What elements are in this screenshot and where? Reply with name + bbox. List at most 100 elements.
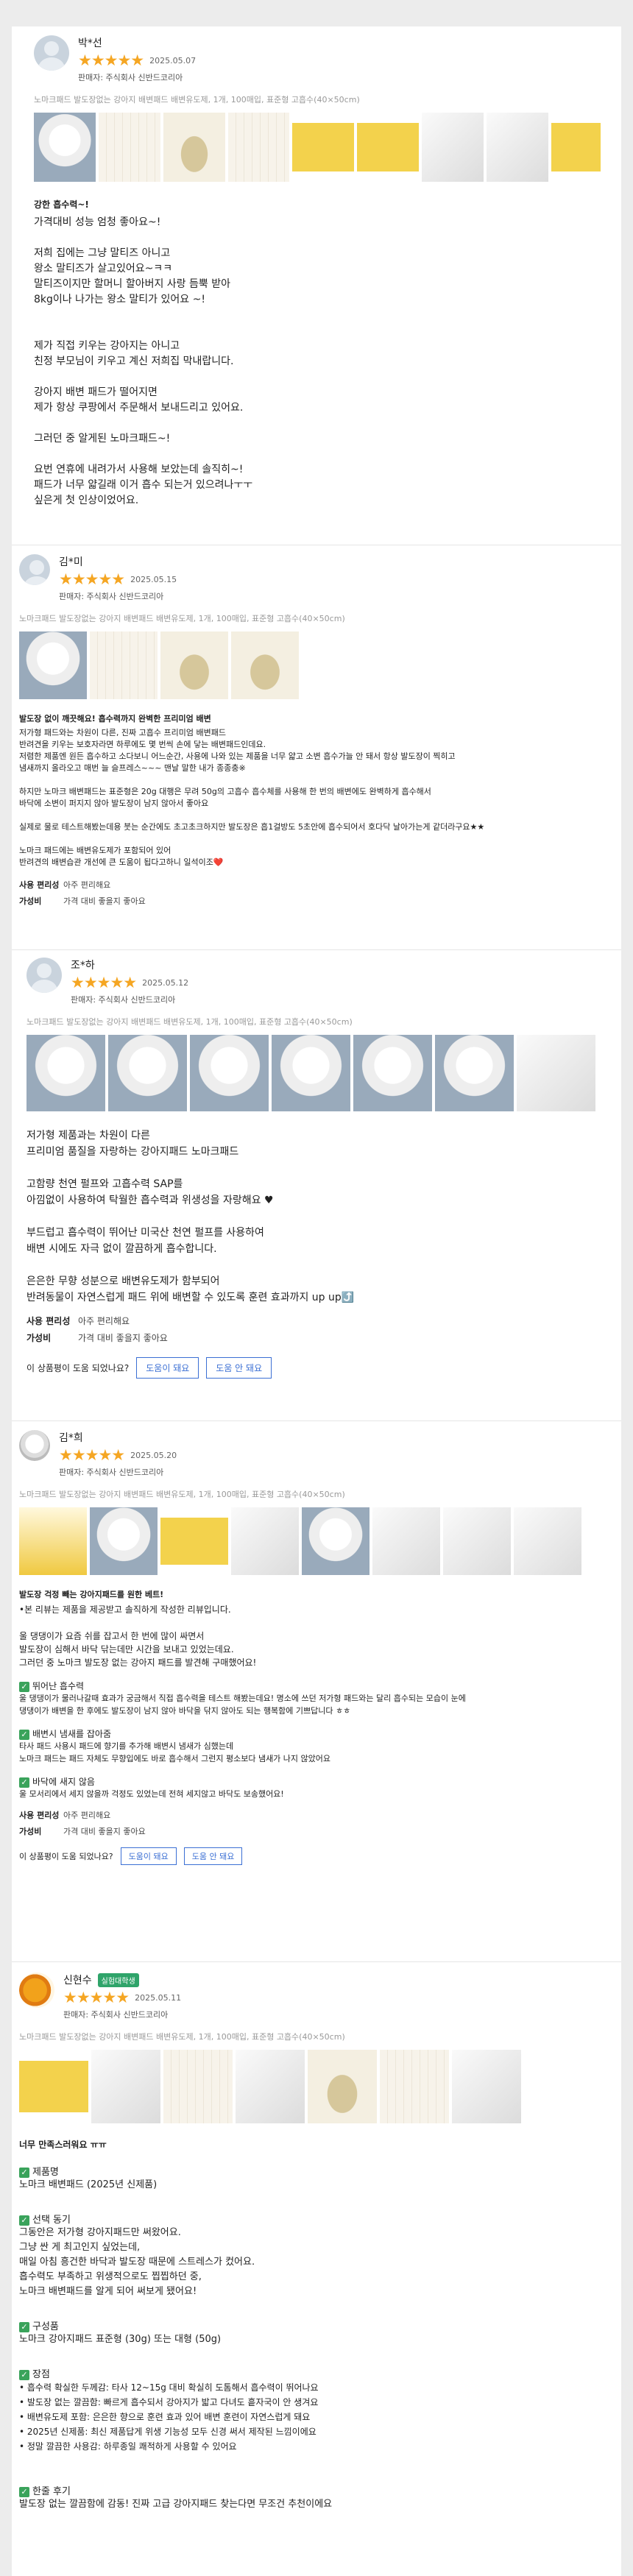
- helpful-yes-button[interactable]: 도움이 돼요: [120, 1847, 177, 1865]
- review-photo[interactable]: [372, 1507, 440, 1575]
- usability-rating: 사용 편리성 아주 편리해요: [19, 880, 111, 890]
- reviewer-name: 박*선: [78, 38, 102, 49]
- product-option: 노마크패드 발도장없는 강아지 배변패드 배변유도제, 1개, 100매입, 표…: [34, 95, 360, 105]
- helpful-no-button[interactable]: 도움 안 돼요: [206, 1357, 272, 1379]
- section-body: 울 모서리에서 세지 않을까 걱정도 있었는데 전혀 세지않고 바닥도 보송했어…: [19, 1789, 284, 1799]
- review-item: 박*선 ★★★★★ 2025.05.07 판매자: 주식회사 신반드코리아 노마…: [12, 26, 621, 545]
- product-option: 노마크패드 발도장없는 강아지 배변패드 배변유도제, 1개, 100매입, 표…: [26, 1017, 353, 1027]
- review-item: 김*희 ★★★★★ 2025.05.20 판매자: 주식회사 신반드코리아 노마…: [12, 1421, 621, 1962]
- helpful-no-button[interactable]: 도움 안 돼요: [183, 1847, 243, 1865]
- review-photo[interactable]: [160, 631, 228, 699]
- star-rating: ★★★★★: [71, 974, 137, 991]
- review-photo[interactable]: [190, 1035, 269, 1111]
- review-photo[interactable]: [108, 1035, 187, 1111]
- avatar: [19, 554, 50, 585]
- review-body: •본 리뷰는 제품을 제공받고 솔직하게 작성한 리뷰입니다. 울 댕댕이가 요…: [19, 1604, 257, 1668]
- review-item: 조*하 ★★★★★ 2025.05.12 판매자: 주식회사 신반드코리아 노마…: [12, 950, 621, 1421]
- value-rating: 가성비 가격 대비 좋을지 좋아요: [19, 1827, 146, 1836]
- review-photo[interactable]: [34, 113, 96, 182]
- section-heading: ✓ 뛰어난 흡수력: [19, 1680, 601, 1692]
- review-item: 신현수 실험대학생 ★★★★★ 2025.05.11 판매자: 주식회사 신반드…: [12, 1962, 621, 2576]
- review-photo[interactable]: [435, 1035, 514, 1111]
- review-photo[interactable]: [308, 2050, 377, 2123]
- review-photo[interactable]: [443, 1507, 511, 1575]
- review-date: 2025.05.11: [135, 1993, 182, 2003]
- product-option: 노마크패드 발도장없는 강아지 배변패드 배변유도제, 1개, 100매입, 표…: [19, 2032, 345, 2042]
- star-rating: ★★★★★: [59, 1446, 125, 1464]
- reviewer-name: 김*미: [59, 556, 83, 568]
- review-date: 2025.05.15: [130, 575, 177, 584]
- review-photo[interactable]: [98, 113, 160, 182]
- review-photo[interactable]: [163, 113, 225, 182]
- photo-strip: [19, 631, 601, 699]
- avatar: [26, 958, 62, 993]
- review-date: 2025.05.07: [149, 56, 197, 66]
- review-photo[interactable]: [231, 631, 299, 699]
- review-photo[interactable]: [90, 1507, 158, 1575]
- check-icon: ✓: [19, 1729, 29, 1740]
- review-photo[interactable]: [91, 2050, 160, 2123]
- review-photo[interactable]: [26, 1035, 105, 1111]
- star-rating: ★★★★★: [78, 52, 144, 69]
- review-photo[interactable]: [517, 1035, 595, 1111]
- section-heading: ✓ 바닥에 새지 않음: [19, 1775, 601, 1788]
- photo-strip: [19, 2050, 601, 2123]
- star-rating: ★★★★★: [63, 1989, 130, 2006]
- review-item: 김*미 ★★★★★ 2025.05.15 판매자: 주식회사 신반드코리아 노마…: [12, 545, 621, 950]
- section-heading: ✓ 구성품: [19, 2318, 601, 2332]
- avatar: [19, 1972, 54, 2008]
- usability-rating: 사용 편리성 아주 편리해요: [26, 1316, 130, 1326]
- review-photo[interactable]: [452, 2050, 521, 2123]
- product-option: 노마크패드 발도장없는 강아지 배변패드 배변유도제, 1개, 100매입, 표…: [19, 1490, 345, 1499]
- review-photo[interactable]: [551, 113, 601, 182]
- review-date: 2025.05.12: [142, 978, 189, 988]
- avatar: [19, 1430, 50, 1461]
- review-photo[interactable]: [302, 1507, 369, 1575]
- review-photo[interactable]: [236, 2050, 305, 2123]
- review-photo[interactable]: [353, 1035, 432, 1111]
- review-photo[interactable]: [231, 1507, 299, 1575]
- review-photo[interactable]: [272, 1035, 350, 1111]
- helpful-yes-button[interactable]: 도움이 돼요: [136, 1357, 199, 1379]
- review-photo[interactable]: [19, 631, 87, 699]
- section-heading: ✓ 장점: [19, 2366, 601, 2380]
- reviewer-name: 김*희: [59, 1432, 83, 1444]
- photo-strip: [26, 1035, 601, 1111]
- seller-info: 판매자: 주식회사 신반드코리아: [78, 73, 183, 82]
- review-body: 저가형 제품과는 차원이 다른 프리미엄 품질을 자랑하는 강아지패드 노마크패…: [26, 1130, 355, 1303]
- review-photo[interactable]: [227, 113, 290, 182]
- review-title: 발도장 걱정 빼는 강아지패드를 원한 베트!: [19, 1590, 164, 1599]
- review-photo[interactable]: [19, 1507, 87, 1575]
- review-photo[interactable]: [292, 113, 355, 182]
- review-photo[interactable]: [90, 631, 158, 699]
- value-rating: 가성비 가격 대비 좋을지 좋아요: [19, 896, 146, 906]
- review-photo[interactable]: [163, 2050, 233, 2123]
- review-body: 가격대비 성능 엄청 좋아요~! 저희 집에는 그냥 말티즈 아니고 왕소 말티…: [34, 216, 253, 506]
- check-icon: ✓: [19, 2369, 29, 2380]
- seller-info: 판매자: 주식회사 신반드코리아: [71, 995, 176, 1005]
- review-photo[interactable]: [19, 2050, 88, 2123]
- review-date: 2025.05.20: [130, 1451, 177, 1460]
- usability-rating: 사용 편리성 아주 편리해요: [19, 1811, 111, 1820]
- review-title: 강한 흡수력~!: [34, 199, 89, 210]
- review-photo[interactable]: [487, 113, 548, 182]
- helpful-prompt: 이 상품평이 도움 되었나요? 도움이 돼요 도움 안 돼요: [26, 1357, 601, 1379]
- product-option: 노마크패드 발도장없는 강아지 배변패드 배변유도제, 1개, 100매입, 표…: [19, 614, 345, 623]
- value-rating: 가성비 가격 대비 좋을지 좋아요: [26, 1333, 168, 1343]
- section-body: • 흡수력 확실한 두께감: 타사 12~15g 대비 확실히 도톰해서 흡수력…: [19, 2382, 319, 2452]
- review-photo[interactable]: [380, 2050, 449, 2123]
- review-photo[interactable]: [160, 1507, 228, 1575]
- check-icon: ✓: [19, 2486, 29, 2497]
- star-rating: ★★★★★: [59, 570, 125, 588]
- section-body: 울 댕댕이가 물러나갈때 효과가 궁금해서 직접 흡수력을 테스트 해봤는데요!…: [19, 1694, 466, 1716]
- review-list: 박*선 ★★★★★ 2025.05.07 판매자: 주식회사 신반드코리아 노마…: [12, 26, 621, 2576]
- check-icon: ✓: [19, 2215, 29, 2226]
- section-heading: ✓ 선택 동기: [19, 2212, 601, 2226]
- photo-strip: [19, 1507, 601, 1575]
- seller-info: 판매자: 주식회사 신반드코리아: [59, 592, 164, 601]
- review-photo[interactable]: [514, 1507, 581, 1575]
- review-photo[interactable]: [422, 113, 484, 182]
- photo-strip: [34, 113, 601, 182]
- avatar: [34, 35, 69, 71]
- review-photo[interactable]: [357, 113, 420, 182]
